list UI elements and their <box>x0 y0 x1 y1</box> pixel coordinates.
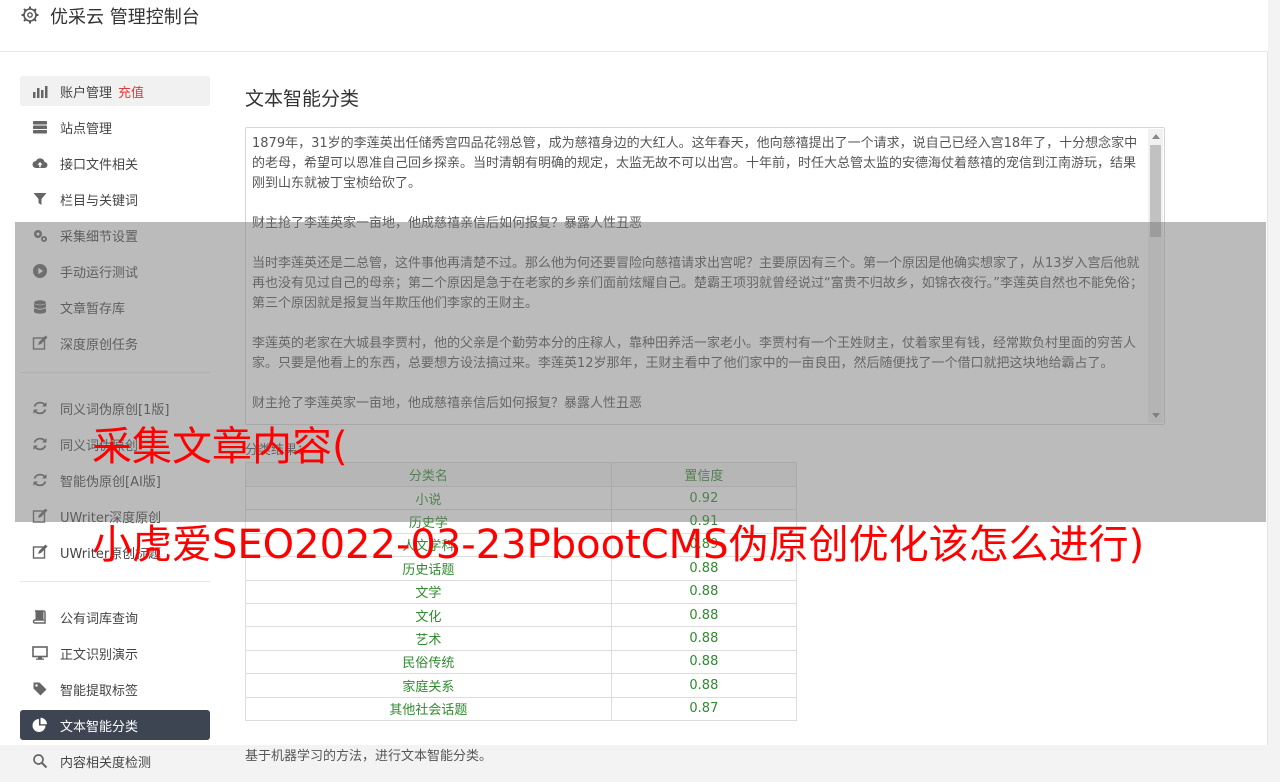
overlay-caption: 采集文章内容( 小虎爱SEO2022-03-23PbootCMS伪原创优化该怎么… <box>92 420 1242 572</box>
confidence-cell: 0.88 <box>610 650 798 675</box>
monitor-icon <box>32 646 48 660</box>
sidebar-item-group1-0[interactable]: 账户管理 充值 <box>20 76 210 106</box>
sidebar-item-label: 文本智能分类 <box>60 719 139 735</box>
table-row: 民俗传统 0.88 <box>245 650 798 675</box>
sidebar-item-label: 公有词库查询 <box>60 611 139 627</box>
book-icon <box>32 610 46 624</box>
gear-icon[interactable] <box>20 5 40 25</box>
sidebar-item-label: 智能提取标签 <box>60 683 139 699</box>
app-title: 优采云 管理控制台 <box>50 7 200 28</box>
confidence-cell: 0.87 <box>610 697 798 721</box>
bar-chart-icon <box>33 86 48 98</box>
sidebar-item-label: 接口文件相关 <box>60 157 139 173</box>
table-row: 文化 0.88 <box>245 603 798 628</box>
category-cell: 文化 <box>245 603 612 628</box>
sidebar-item-label: 正文识别演示 <box>60 647 139 663</box>
page-title: 文本智能分类 <box>245 88 360 110</box>
pie-chart-icon <box>32 717 47 732</box>
filter-icon <box>33 193 47 205</box>
sidebar-item-group3-4[interactable]: 内容相关度检测 <box>20 746 210 776</box>
overlay-line-1: 采集文章内容( <box>92 424 348 470</box>
confidence-cell: 0.88 <box>610 603 798 628</box>
tag-icon <box>33 682 47 696</box>
scroll-up-icon[interactable] <box>1152 134 1160 139</box>
footnote: 基于机器学习的方法，进行文本智能分类。 <box>245 748 493 764</box>
cloud-upload-icon <box>32 158 48 168</box>
table-row: 文学 0.88 <box>245 580 798 604</box>
category-cell: 家庭关系 <box>245 673 612 698</box>
search-icon <box>33 754 48 769</box>
sidebar-item-label: 内容相关度检测 <box>60 755 152 771</box>
category-cell: 文学 <box>245 580 612 604</box>
overlay-line-2: 小虎爱SEO2022-03-23PbootCMS伪原创优化该怎么进行) <box>92 522 1145 568</box>
sidebar-item-label: 站点管理 <box>60 121 113 137</box>
sidebar-item-group3-3[interactable]: 文本智能分类 <box>20 710 210 740</box>
category-cell: 民俗传统 <box>245 650 612 675</box>
sidebar-divider <box>20 581 210 582</box>
confidence-cell: 0.88 <box>610 580 798 604</box>
top-bar: 优采云 管理控制台 <box>0 0 1268 52</box>
category-cell: 艺术 <box>245 626 612 651</box>
category-cell: 其他社会话题 <box>245 697 612 721</box>
sidebar-item-group3-2[interactable]: 智能提取标签 <box>20 674 210 704</box>
sidebar-item-group1-1[interactable]: 站点管理 <box>20 112 210 142</box>
sidebar-item-label: 账户管理 <box>60 85 113 101</box>
table-row: 家庭关系 0.88 <box>245 673 798 698</box>
sidebar-item-group3-0[interactable]: 公有词库查询 <box>20 602 210 632</box>
confidence-cell: 0.88 <box>610 673 798 698</box>
edit-icon <box>32 544 48 559</box>
server-icon <box>33 121 47 134</box>
sidebar-item-group1-2[interactable]: 接口文件相关 <box>20 148 210 178</box>
recharge-link[interactable]: 充值 <box>118 82 144 101</box>
sidebar-item-group1-3[interactable]: 栏目与关键词 <box>20 184 210 214</box>
table-row: 艺术 0.88 <box>245 626 798 651</box>
confidence-cell: 0.88 <box>610 626 798 651</box>
sidebar-item-group3-1[interactable]: 正文识别演示 <box>20 638 210 668</box>
table-row: 其他社会话题 0.87 <box>245 697 798 721</box>
sidebar-item-label: 栏目与关键词 <box>60 193 139 209</box>
page-gutter <box>1268 0 1280 745</box>
article-paragraph: 1879年，31岁的李莲英出任储秀宫四品花翎总管，成为慈禧身边的大红人。这年春天… <box>252 136 1138 191</box>
